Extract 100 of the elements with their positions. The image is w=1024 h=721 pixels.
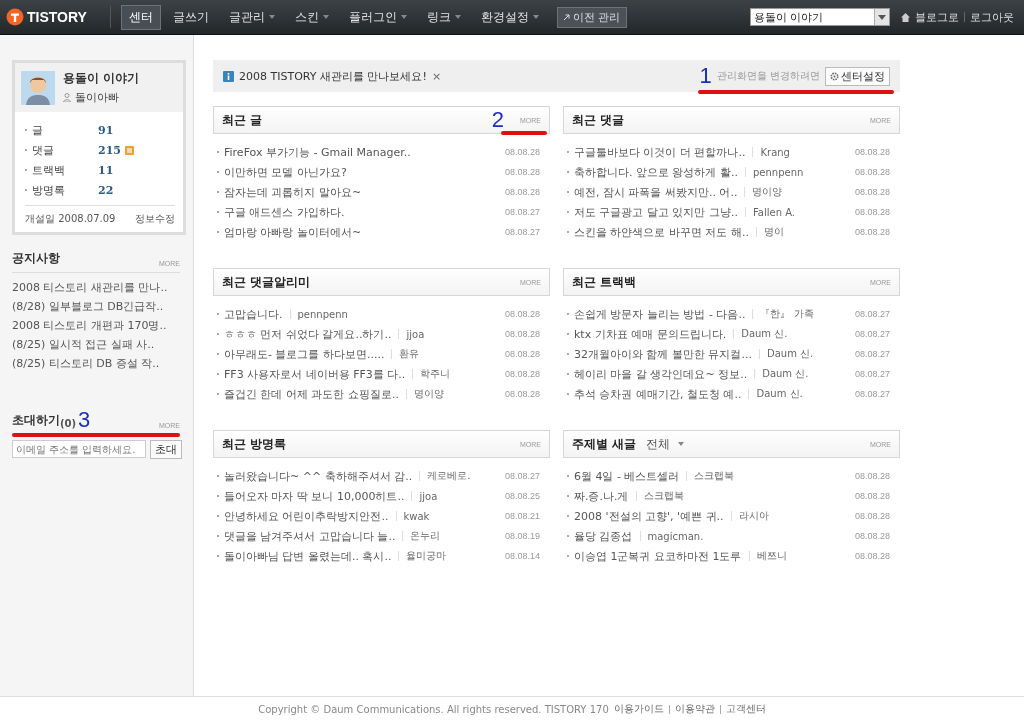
entry-date: 08.08.28 — [504, 369, 540, 379]
panel-title: 최근 글 — [222, 111, 263, 129]
author-name: 명이 — [764, 225, 784, 239]
copyright-text: Copyright © Daum Communications. All rights reserved. TISTORY 170 — [258, 703, 609, 715]
panel-title: 최근 댓글 — [572, 111, 625, 129]
entry-link[interactable]: 6월 4일 - 베스트셀러 — [574, 468, 680, 484]
entry-date: 08.08.28 — [854, 471, 890, 481]
entry-link[interactable]: 돌이아빠님 답변 올렸는데.. 혹시.. — [224, 548, 392, 564]
entry-date: 08.08.28 — [504, 309, 540, 319]
author-name: pennpenn — [297, 308, 348, 320]
entry-link[interactable]: 32개월아이와 함께 볼만한 뮤지컬... — [574, 346, 752, 362]
notice-item[interactable]: 2008 티스토리 개편과 170명.. — [12, 318, 193, 333]
author-name: pennpenn — [753, 166, 804, 178]
blog-select[interactable]: 용돌이 이야기 — [750, 8, 890, 26]
entry-link[interactable]: 구글툴바보다 이것이 더 편할까나.. — [574, 144, 746, 160]
notice-item[interactable]: (8/28) 일부블로그 DB긴급작.. — [12, 299, 193, 314]
person-icon — [63, 93, 71, 102]
footer-link[interactable]: 이용약관 — [674, 702, 715, 716]
entry-link[interactable]: 축하합니다. 앞으로 왕성하게 활.. — [574, 164, 738, 180]
entry-link[interactable]: 2008 '전설의 고향', '예쁜 귀.. — [574, 508, 724, 524]
opened-date: 개설일 2008.07.09 — [25, 212, 116, 226]
entry-link[interactable]: 저도 구글광고 달고 있지만 그냥.. — [574, 204, 738, 220]
logo-text[interactable]: TISTORY — [27, 9, 87, 25]
menu-tab[interactable]: 스킨 — [287, 4, 337, 30]
entry-date: 08.08.14 — [504, 551, 540, 561]
entry-link[interactable]: 댓글을 남겨주셔서 고맙습니다 늘.. — [224, 528, 396, 544]
legacy-admin-button[interactable]: 이전 관리 — [557, 6, 627, 28]
entry-link[interactable]: 예전, 잠시 파폭을 써봤지만.. 어.. — [574, 184, 738, 200]
menu-tab[interactable]: 환경설정 — [473, 4, 547, 30]
invite-count: (0) — [60, 418, 77, 429]
panel-title: 최근 방명록 — [222, 435, 287, 453]
entry-link[interactable]: 이승엽 1군복귀 요코하마전 1도루 — [574, 548, 742, 564]
footer-link[interactable]: 이용가이드 — [613, 702, 664, 716]
entry-link[interactable]: 즐겁긴 한데 어제 과도한 쇼핑질로.. — [224, 386, 399, 402]
author-name: 베쯔니 — [756, 549, 787, 563]
menu-tab[interactable]: 글쓰기 — [165, 4, 217, 30]
entry-link[interactable]: 율당 김종섭 — [574, 528, 633, 544]
entry-date: 08.08.28 — [854, 491, 890, 501]
entry-date: 08.08.27 — [504, 207, 540, 217]
entry-link[interactable]: 고맙습니다. — [224, 306, 283, 322]
stat-value: 11 — [98, 163, 114, 177]
entry-link[interactable]: 구글 애드센스 가입하다. — [224, 204, 345, 220]
stat-label[interactable]: 트랙백 — [32, 162, 98, 178]
close-button[interactable]: × — [431, 69, 442, 83]
entry-link[interactable]: 추석 승차권 예매기간, 철도청 예.. — [574, 386, 742, 402]
notice-item[interactable]: (8/25) 일시적 접근 실패 사.. — [12, 337, 193, 352]
topic-filter[interactable]: 전체 — [646, 435, 685, 453]
author-name: Krang — [760, 146, 790, 158]
notice-item[interactable]: (8/25) 티스토리 DB 증설 작.. — [12, 356, 193, 371]
entry-link[interactable]: 손쉽게 방문자 늘리는 방법 - 다음.. — [574, 306, 746, 322]
entry-link[interactable]: ㅎㅎㅎ 먼저 쉬었다 갈게요..하기.. — [224, 326, 392, 342]
menu-tab[interactable]: 글관리 — [221, 4, 283, 30]
entry-date: 08.08.28 — [504, 167, 540, 177]
panel-title: 최근 댓글알리미 — [222, 273, 311, 291]
menu-tab[interactable]: 센터 — [121, 4, 161, 30]
email-field[interactable]: 이메일 주소를 입력하세요. — [12, 440, 146, 458]
edit-info-link[interactable]: 정보수정 — [135, 212, 175, 226]
blog-link[interactable]: 블로그로 — [915, 9, 959, 25]
hint-text: 관리화면을 변경하려면 — [716, 69, 820, 83]
entry-date: 08.08.27 — [854, 389, 890, 399]
blog-name[interactable]: 용돌이 이야기 — [63, 70, 140, 87]
stat-label[interactable]: 방명록 — [32, 182, 98, 198]
stat-label[interactable]: 글 — [32, 122, 98, 138]
entry-link[interactable]: ktx 기차표 예매 문의드립니다. — [574, 326, 727, 342]
entry-link[interactable]: 아무래도- 블로그를 하다보면..... — [224, 346, 385, 362]
entry-link[interactable]: 헤이리 마을 갈 생각인데요~ 정보.. — [574, 366, 748, 382]
author-name: 라시아 — [738, 509, 769, 523]
stat-value: 91 — [98, 123, 114, 137]
entry-date: 08.08.28 — [504, 329, 540, 339]
entry-date: 08.08.28 — [504, 147, 540, 157]
entry-link[interactable]: 스킨을 하얀색으로 바꾸면 저도 해.. — [574, 224, 749, 240]
entry-link[interactable]: 안녕하세요 어린이추락방지안전.. — [224, 508, 389, 524]
logout-link[interactable]: 로그아웃 — [970, 9, 1014, 25]
entry-date: 08.08.27 — [854, 349, 890, 359]
center-settings-button[interactable]: 센터설정 — [825, 66, 890, 86]
notice-item[interactable]: 2008 티스토리 새관리를 만나.. — [12, 280, 193, 295]
entry-link[interactable]: 놀러왔습니다~ ^^ 축하해주셔서 감.. — [224, 468, 413, 484]
entry-date: 08.08.28 — [504, 389, 540, 399]
gear-icon — [830, 71, 839, 81]
footer-link[interactable]: 고객센터 — [725, 702, 766, 716]
owner-name: 돌이아빠 — [75, 90, 119, 105]
entry-link[interactable]: 짜.증.나.게 — [574, 488, 629, 504]
entry-date: 08.08.28 — [854, 187, 890, 197]
invite-button[interactable]: 초대 — [150, 440, 182, 459]
entry-link[interactable]: FireFox 부가기능 - Gmail Manager.. — [224, 144, 411, 160]
stat-label[interactable]: 댓글 — [32, 142, 98, 158]
entry-date: 08.08.28 — [504, 187, 540, 197]
entry-link[interactable]: 이만하면 모델 아닌가요? — [224, 164, 347, 180]
entry-link[interactable]: FF3 사용자로서 네이버용 FF3를 다.. — [224, 366, 406, 382]
menu-tab[interactable]: 링크 — [419, 4, 469, 30]
stat-value: 215 — [98, 143, 121, 157]
notice-title: 공지사항 — [12, 250, 60, 267]
author-name: Daum 신. — [741, 327, 788, 341]
stat-value: 22 — [98, 183, 114, 197]
entry-date: 08.08.28 — [854, 147, 890, 157]
entry-link[interactable]: 들어오자 마자 딱 보니 10,000히트.. — [224, 488, 405, 504]
entry-link[interactable]: 잠자는데 괴롭히지 말아요~ — [224, 184, 362, 200]
entry-date: 08.08.27 — [854, 309, 890, 319]
menu-tab[interactable]: 플러그인 — [341, 4, 415, 30]
entry-link[interactable]: 엄마랑 아빠랑 놀이터에서~ — [224, 224, 362, 240]
